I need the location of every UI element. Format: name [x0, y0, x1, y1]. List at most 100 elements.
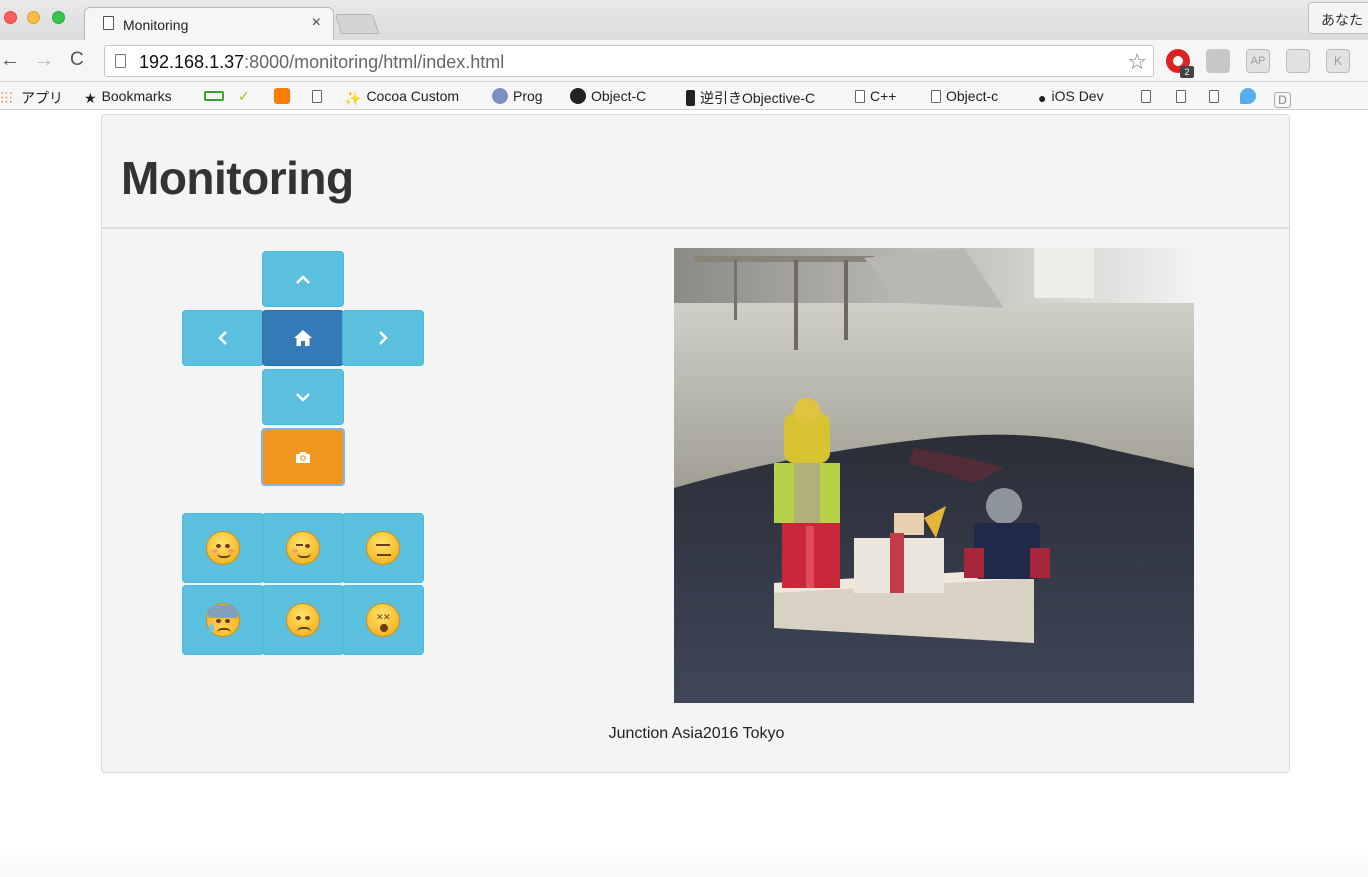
monitoring-panel: Monitoring ✕ ✕ Junction Asia2016 Tokyo: [101, 114, 1290, 773]
page-bottom-fade: [0, 852, 1368, 877]
cocoa-icon: ✨: [344, 90, 362, 106]
page-title: Monitoring: [121, 152, 354, 204]
close-window-button[interactable]: [4, 11, 17, 24]
chevron-left-icon: [218, 331, 227, 345]
bookmark-twitter[interactable]: [1240, 88, 1256, 104]
extension-icon[interactable]: [1286, 49, 1310, 73]
bookmark-bookmarks[interactable]: ★ Bookmarks: [84, 88, 172, 107]
zoom-window-button[interactable]: [52, 11, 65, 24]
bookmark-ios-dev[interactable]: ● iOS Dev: [1038, 88, 1104, 106]
emotion-wink-button[interactable]: [262, 513, 344, 583]
forward-arrow-icon[interactable]: →: [34, 50, 54, 70]
expressionless-face-icon: [366, 531, 400, 565]
profile-button[interactable]: あなた: [1308, 2, 1368, 34]
browser-tabstrip: Monitoring × あなた: [0, 0, 1368, 40]
footer-text: Junction Asia2016 Tokyo: [608, 725, 785, 742]
camera-icon: [296, 452, 310, 463]
bookmark-label: Prog: [513, 88, 543, 104]
move-up-button[interactable]: [262, 251, 344, 307]
camera-feed-image: [674, 248, 1194, 703]
move-right-button[interactable]: [342, 310, 424, 366]
bird-icon: ✓: [238, 88, 250, 104]
page-icon: [1209, 90, 1219, 103]
browser-toolbar: ← → C 192.168.1.37:8000/monitoring/html/…: [0, 40, 1368, 82]
ap-extension-icon[interactable]: AP: [1246, 49, 1270, 73]
move-down-button[interactable]: [262, 369, 344, 425]
tab-monitoring[interactable]: Monitoring ×: [84, 7, 334, 40]
extension-badge: 2: [1180, 66, 1194, 78]
home-button[interactable]: [262, 310, 344, 366]
new-tab-button[interactable]: [334, 14, 380, 34]
reload-icon[interactable]: C: [70, 50, 84, 70]
github-icon: [570, 88, 586, 104]
url-path: :8000/monitoring/html/index.html: [244, 52, 505, 72]
page-icon: [931, 90, 941, 103]
k-extension-icon[interactable]: K: [1326, 49, 1350, 73]
bookmark-label: C++: [870, 88, 897, 104]
bookmark-page[interactable]: [1209, 88, 1219, 104]
url-text[interactable]: 192.168.1.37:8000/monitoring/html/index.…: [139, 52, 504, 73]
apps-grid-icon: [0, 91, 13, 104]
chevron-down-icon: [296, 393, 310, 402]
capture-photo-button[interactable]: [261, 428, 345, 486]
page-icon: [312, 90, 322, 103]
page-icon: [103, 16, 114, 30]
emotion-dizzy-button[interactable]: ✕ ✕: [342, 585, 424, 655]
d-icon: D: [1274, 92, 1291, 108]
page-icon: [855, 90, 865, 103]
url-host: 192.168.1.37: [139, 52, 245, 72]
chevron-up-icon: [296, 275, 310, 284]
bookmark-apps[interactable]: アプリ: [0, 88, 63, 108]
address-bar[interactable]: 192.168.1.37:8000/monitoring/html/index.…: [104, 45, 1154, 77]
bookmark-label: iOS Dev: [1051, 88, 1104, 104]
page-icon: [115, 54, 126, 68]
move-left-button[interactable]: [182, 310, 264, 366]
frowning-face-icon: [286, 603, 320, 637]
bookmark-label: Object-C: [591, 88, 647, 104]
emotion-fearful-button[interactable]: [182, 585, 264, 655]
bookmark-d[interactable]: D: [1274, 88, 1291, 108]
page-icon: [1141, 90, 1151, 103]
bookmark-object-c[interactable]: Object-c: [931, 88, 998, 104]
page-icon: [1176, 90, 1186, 103]
tab-title: Monitoring: [123, 17, 189, 33]
bookmark-cpp[interactable]: C++: [855, 88, 896, 104]
smile-face-icon: [206, 531, 240, 565]
bookmark-bird[interactable]: ✓: [238, 88, 250, 105]
dizzy-face-icon: ✕ ✕: [366, 603, 400, 637]
back-arrow-icon[interactable]: ←: [0, 50, 20, 70]
twitter-icon: [1240, 88, 1256, 104]
bookmark-label: アプリ: [21, 90, 63, 106]
bookmark-blogger[interactable]: [274, 88, 290, 104]
chevron-right-icon: [379, 331, 388, 345]
extension-icon[interactable]: [1206, 49, 1230, 73]
bookmark-star-icon[interactable]: ☆: [1127, 49, 1147, 75]
bookmark-label: Cocoa Custom: [366, 88, 460, 104]
bookmark-battery[interactable]: [204, 88, 224, 104]
footer-caption: Junction Asia2016 Tokyo: [102, 725, 1291, 743]
bookmarks-bar: アプリ ★ Bookmarks ✓ ✨ Cocoa Custom Prog Obje…: [0, 82, 1368, 110]
phone-icon: [686, 90, 695, 106]
bookmark-prog[interactable]: Prog: [492, 88, 543, 104]
bookmark-label: 逆引きObjective-C: [700, 90, 816, 106]
tab-close-icon[interactable]: ×: [312, 14, 321, 32]
robot-camera-snapshot: [674, 248, 1194, 703]
bookmark-cocoa-custom[interactable]: ✨ Cocoa Custom: [344, 88, 459, 107]
octocat-face-icon: [492, 88, 508, 104]
bookmark-object-c-github[interactable]: Object-C: [570, 88, 646, 104]
emotion-expressionless-button[interactable]: [342, 513, 424, 583]
apple-icon: ●: [1038, 90, 1047, 106]
emotion-frowning-button[interactable]: [262, 585, 344, 655]
bookmark-label: Object-c: [946, 88, 999, 104]
battery-icon: [204, 91, 224, 101]
minimize-window-button[interactable]: [27, 11, 40, 24]
star-icon: ★: [84, 90, 97, 106]
home-icon: [294, 330, 312, 346]
panel-heading: Monitoring: [102, 115, 1289, 229]
bookmark-page[interactable]: [1141, 88, 1151, 104]
emotion-smile-button[interactable]: [182, 513, 264, 583]
bookmark-page[interactable]: [1176, 88, 1186, 104]
bookmark-objective-c-ja[interactable]: 逆引きObjective-C: [686, 88, 815, 108]
bookmark-page[interactable]: [312, 88, 322, 104]
blogger-icon: [274, 88, 290, 104]
